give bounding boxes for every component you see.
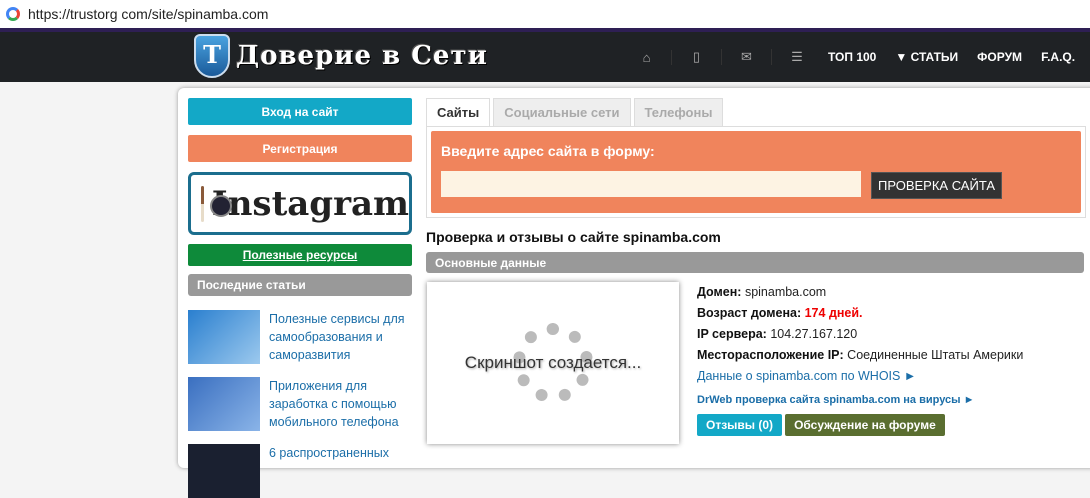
domain-label: Домен: — [697, 285, 742, 299]
site-screenshot: Скриншот создается... — [427, 282, 679, 444]
instagram-camera-icon — [201, 185, 230, 222]
age-value: 174 дней. — [804, 306, 863, 320]
reviews-button[interactable]: Отзывы (0) — [697, 414, 783, 436]
article-thumbnail — [188, 377, 260, 431]
mobile-icon[interactable]: ▯ — [672, 49, 722, 65]
ip-label: IP сервера: — [697, 327, 767, 341]
article-link[interactable]: Полезные сервисы для самообразования и с… — [269, 310, 409, 364]
nav-faq[interactable]: F.A.Q. — [1041, 50, 1075, 64]
google-icon — [6, 7, 20, 21]
article-link[interactable]: Приложения для заработка с помощью мобил… — [269, 377, 409, 431]
forum-discussion-button[interactable]: Обсуждение на форуме — [785, 414, 945, 436]
domain-value: spinamba.com — [744, 285, 827, 299]
whois-link[interactable]: Данные о spinamba.com по WHOIS ► — [697, 369, 916, 383]
resources-link[interactable]: Полезные ресурсы — [188, 244, 412, 266]
article-item[interactable]: Приложения для заработка с помощью мобил… — [188, 377, 409, 431]
page-title: Проверка и отзывы о сайте spinamba.com — [426, 229, 721, 245]
nav-top100[interactable]: ТОП 100 — [828, 50, 876, 64]
url-text[interactable]: https://trustorg com/site/spinamba.com — [28, 6, 268, 22]
article-link[interactable]: 6 распространенных — [269, 444, 409, 498]
latest-articles-heading: Последние статьи — [188, 274, 412, 296]
article-item[interactable]: Полезные сервисы для самообразования и с… — [188, 310, 409, 364]
tab-phones[interactable]: Телефоны — [633, 98, 724, 126]
drweb-link[interactable]: DrWeb проверка сайта spinamba.com на вир… — [697, 394, 975, 406]
form-label: Введите адрес сайта в форму: — [441, 143, 655, 159]
home-icon[interactable]: ⌂ — [622, 49, 672, 65]
site-logo[interactable]: Т Доверие в Сети — [194, 34, 488, 78]
check-site-button[interactable]: ПРОВЕРКА САЙТА — [871, 172, 1003, 199]
tab-social[interactable]: Социальные сети — [493, 98, 631, 126]
article-thumbnail — [188, 444, 260, 498]
nav-forum[interactable]: ФОРУМ — [977, 50, 1022, 64]
nav-articles[interactable]: ▼ СТАТЬИ — [895, 50, 958, 64]
site-info: Домен: spinamba.com Возраст домена: 174 … — [697, 282, 1023, 438]
shield-logo-icon: Т — [194, 34, 230, 78]
site-header: Т Доверие в Сети ⌂ ▯ ✉ ☰ ТОП 100 ▼ СТАТЬИ… — [0, 32, 1090, 82]
tab-sites[interactable]: Сайты — [426, 98, 491, 126]
register-button[interactable]: Регистрация — [188, 135, 412, 162]
main-container: Вход на сайт Регистрация Instagram Полез… — [178, 88, 1090, 498]
address-bar[interactable]: https://trustorg com/site/spinamba.com — [0, 0, 1090, 28]
list-icon[interactable]: ☰ — [772, 49, 822, 65]
site-check-form: Введите адрес сайта в форму: ПРОВЕРКА СА… — [426, 126, 1086, 218]
age-label: Возраст домена: — [697, 306, 802, 320]
article-thumbnail — [188, 310, 260, 364]
instagram-text: Instagram — [211, 183, 409, 224]
screenshot-status: Скриншот создается... — [464, 353, 642, 372]
article-item[interactable]: 6 распространенных — [188, 444, 409, 498]
main-data-heading: Основные данные — [426, 252, 1084, 273]
ip-value: 104.27.167.120 — [770, 327, 858, 341]
location-value: Соединенные Штаты Америки — [847, 348, 1024, 362]
location-label: Месторасположение IP: — [697, 348, 844, 362]
instagram-banner[interactable]: Instagram — [188, 172, 412, 235]
site-url-input[interactable] — [441, 171, 861, 197]
login-button[interactable]: Вход на сайт — [188, 98, 412, 125]
logo-text: Доверие в Сети — [236, 41, 488, 71]
mail-icon[interactable]: ✉ — [722, 49, 772, 65]
